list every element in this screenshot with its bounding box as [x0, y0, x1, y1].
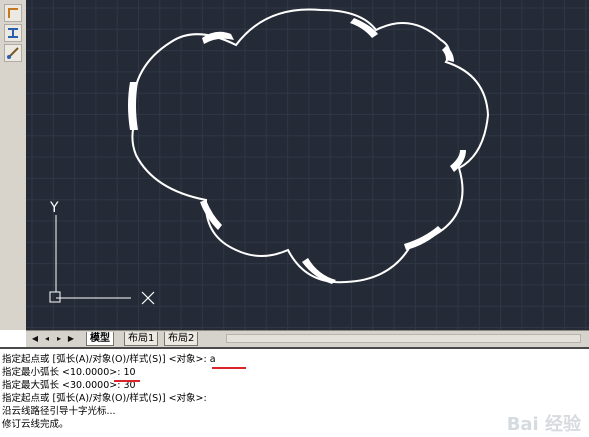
command-line-5: 沿云线路径引导十字光标... — [2, 406, 116, 417]
horizontal-scrollbar[interactable] — [226, 334, 581, 343]
tab-layout1[interactable]: 布局1 — [124, 332, 159, 346]
brush-tool-icon[interactable] — [4, 44, 22, 62]
underline-mark-1 — [212, 367, 246, 369]
dimension-tool-icon[interactable] — [4, 4, 22, 22]
first-tab-icon[interactable]: ◀ — [30, 334, 40, 344]
last-tab-icon[interactable]: ▶ — [66, 334, 76, 344]
canvas-grid — [26, 0, 589, 330]
watermark-text: Bai 经验 — [506, 414, 581, 435]
command-input-min-arc: 10 — [123, 367, 136, 378]
align-tool-icon[interactable] — [4, 24, 22, 42]
command-input-arc: a — [209, 354, 216, 365]
underline-mark-2 — [114, 380, 140, 382]
layout-tab-bar: ◀ ◂ ▸ ▶ 模型 布局1 布局2 — [26, 330, 589, 347]
command-line-1: 指定起点或 [弧长(A)/对象(O)/样式(S)] <对象>: a — [2, 354, 216, 365]
cloud-arc-thick-top-right — [442, 46, 454, 62]
cloud-arc-thick-bottom — [302, 258, 336, 284]
ucs-y-label: Y — [49, 200, 59, 216]
draw-toolbar — [0, 0, 27, 330]
command-line-2: 指定最小弧长 <10.0000>: 10 — [2, 367, 136, 378]
tab-layout2[interactable]: 布局2 — [164, 332, 199, 346]
drawing-canvas[interactable]: Y — [26, 0, 589, 330]
command-line-4: 指定起点或 [弧长(A)/对象(O)/样式(S)] <对象>: — [2, 393, 207, 404]
tab-model[interactable]: 模型 — [86, 332, 114, 346]
next-tab-icon[interactable]: ▸ — [54, 334, 64, 344]
prev-tab-icon[interactable]: ◂ — [42, 334, 52, 344]
command-line-6: 修订云线完成。 — [2, 419, 69, 430]
drawing-svg: Y — [26, 0, 589, 330]
cloud-arc-thick-left — [128, 82, 138, 130]
command-line-window[interactable]: 指定起点或 [弧长(A)/对象(O)/样式(S)] <对象>: a 指定最小弧长… — [0, 347, 589, 437]
